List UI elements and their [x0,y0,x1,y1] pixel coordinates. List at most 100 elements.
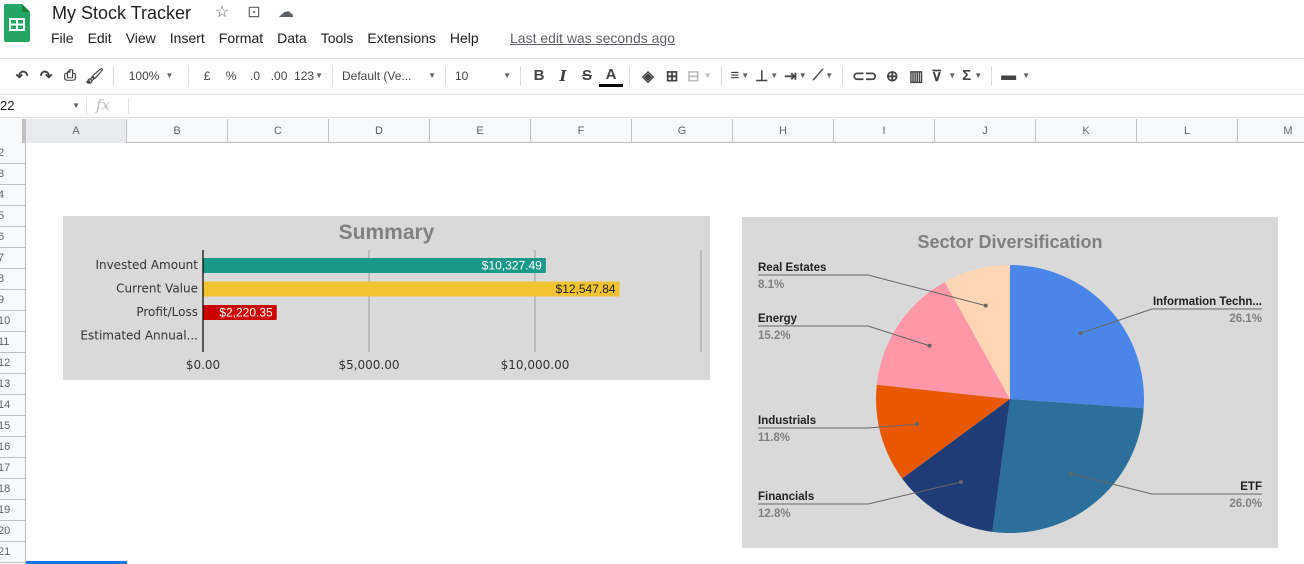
fill-color-icon[interactable]: ◈ [636,64,660,88]
move-to-folder-icon[interactable]: ⊡ [244,2,264,22]
row-header-4[interactable]: 4 [0,185,26,206]
category-label: Estimated Annual... [80,329,198,343]
column-header-i[interactable]: I [834,119,935,143]
zoom-select[interactable]: 100% ▼ [120,64,182,88]
separator [188,65,190,86]
row-header-15[interactable]: 15 [0,416,26,437]
document-title[interactable]: My Stock Tracker [52,3,191,24]
name-box-value: 22 [0,98,15,113]
row-header-20[interactable]: 20 [0,521,26,542]
functions-icon[interactable]: Σ ▼ [959,64,985,88]
menu-format[interactable]: Format [212,30,270,46]
separator [332,65,333,86]
row-header-14[interactable]: 14 [0,395,26,416]
vertical-align-icon[interactable]: ⊥ ▼ [752,64,781,88]
column-header-g[interactable]: G [632,119,733,143]
row-header-21[interactable]: 21 [0,542,26,563]
column-header-a[interactable]: A [26,119,127,143]
menu-view[interactable]: View [119,30,163,46]
chevron-down-icon: ▼ [315,71,323,80]
decrease-decimal-button[interactable]: .0 [243,64,267,88]
text-color-button[interactable]: A [599,65,623,87]
increase-decimal-button[interactable]: .00 [267,64,291,88]
name-box[interactable]: 22 ▼ [0,98,84,113]
font-select[interactable]: Default (Ve... ▼ [339,64,439,88]
font-size-select[interactable]: 10 ▼ [452,64,514,88]
strikethrough-button[interactable]: S [575,64,599,88]
menu-file[interactable]: File [44,30,81,46]
redo-icon[interactable]: ↷ [34,64,58,88]
insert-link-icon[interactable]: ⊂⊃ [849,64,880,88]
input-tools-icon[interactable]: ▬ ▼ [998,64,1033,88]
leader-dot [927,343,932,348]
row-header-19[interactable]: 19 [0,500,26,521]
column-header-d[interactable]: D [329,119,430,143]
chevron-down-icon: ▼ [72,101,80,110]
star-icon[interactable]: ☆ [212,2,232,22]
row-header-9[interactable]: 9 [0,290,26,311]
percent-button[interactable]: % [219,64,243,88]
column-header-m[interactable]: M [1238,119,1304,143]
currency-button[interactable]: £ [195,64,219,88]
undo-icon[interactable]: ↶ [10,64,34,88]
insert-comment-icon[interactable]: ⊕ [880,64,904,88]
row-header-2[interactable]: 2 [0,143,26,164]
borders-icon[interactable]: ⊞ [660,64,684,88]
insert-chart-icon[interactable]: ▥ [904,64,928,88]
column-header-k[interactable]: K [1036,119,1137,143]
formula-bar: 22 ▼ fx [0,94,1304,118]
row-header-10[interactable]: 10 [0,311,26,332]
column-header-l[interactable]: L [1137,119,1238,143]
merge-cells-icon[interactable]: ⊟ ▼ [684,64,715,88]
menu-help[interactable]: Help [443,30,486,46]
text-rotation-icon[interactable]: ⟋ ▼ [810,64,836,88]
toolbar: ↶ ↷ ⎙ 🖌 100% ▼ £ % .0 .00 123 ▼ Default (V… [0,58,1304,92]
sector-diversification-chart[interactable]: Sector Diversification Information Techn… [742,217,1278,548]
row-header-7[interactable]: 7 [0,248,26,269]
column-header-b[interactable]: B [127,119,228,143]
row-header-11[interactable]: 11 [0,332,26,353]
separator [629,65,630,86]
row-header-6[interactable]: 6 [0,227,26,248]
paint-format-icon[interactable]: 🖌 [82,64,107,88]
column-header-f[interactable]: F [531,119,632,143]
column-header-c[interactable]: C [228,119,329,143]
column-header-e[interactable]: E [430,119,531,143]
menu-insert[interactable]: Insert [163,30,212,46]
formula-input[interactable] [134,95,1304,117]
menu-tools[interactable]: Tools [314,30,361,46]
select-all-corner[interactable] [0,119,26,143]
slice-label: Industrials [758,415,816,427]
column-header-h[interactable]: H [733,119,834,143]
category-label: Current Value [116,282,198,296]
italic-button[interactable]: I [551,64,575,88]
row-header-13[interactable]: 13 [0,374,26,395]
slice-label: Energy [758,313,798,325]
chevron-down-icon: ▼ [503,71,511,80]
menu-data[interactable]: Data [270,30,314,46]
menu-edit[interactable]: Edit [81,30,119,46]
sheets-logo-icon[interactable] [4,4,30,42]
pie-slice[interactable] [1010,265,1144,409]
slice-percent: 15.2% [758,330,791,342]
horizontal-align-icon[interactable]: ≡ ▼ [728,64,753,88]
column-header-j[interactable]: J [935,119,1036,143]
bold-button[interactable]: B [527,64,551,88]
row-header-17[interactable]: 17 [0,458,26,479]
row-header-3[interactable]: 3 [0,164,26,185]
row-header-5[interactable]: 5 [0,206,26,227]
summary-chart[interactable]: Summary $0.00 $5,000.00 $10,000.00 Invested… [63,216,710,380]
last-edit-link[interactable]: Last edit was seconds ago [510,30,675,46]
row-header-12[interactable]: 12 [0,353,26,374]
text-wrapping-icon[interactable]: ⇥ ▼ [781,64,810,88]
pie-slice[interactable] [992,399,1144,533]
row-header-16[interactable]: 16 [0,437,26,458]
print-icon[interactable]: ⎙ [58,64,82,88]
row-header-8[interactable]: 8 [0,269,26,290]
menu-extensions[interactable]: Extensions [360,30,442,46]
cloud-status-icon[interactable]: ☁ [276,2,296,22]
filter-icon[interactable]: ⊽ ▼ [928,64,959,88]
number-format-select[interactable]: 123 ▼ [291,64,326,88]
row-header-18[interactable]: 18 [0,479,26,500]
divider [128,98,129,114]
